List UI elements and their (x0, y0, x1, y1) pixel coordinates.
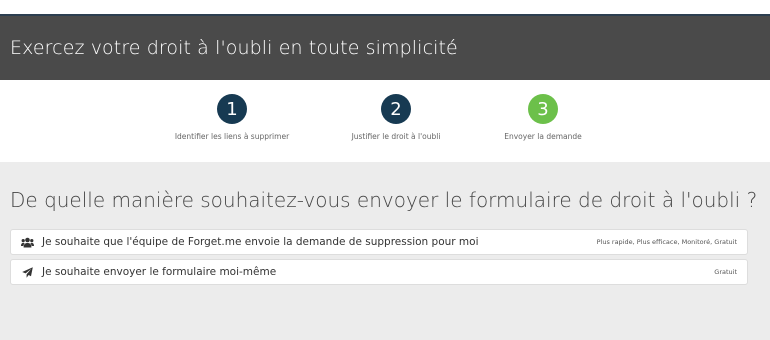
option-forgetme-sends[interactable]: Je souhaite que l'équipe de Forget.me en… (10, 229, 748, 255)
option-label: Je souhaite que l'équipe de Forget.me en… (42, 236, 479, 248)
step-3: 3 Envoyer la demande (463, 94, 623, 141)
option-label: Je souhaite envoyer le formulaire moi-mê… (42, 266, 277, 278)
paper-plane-icon (20, 266, 34, 278)
option-send-myself[interactable]: Je souhaite envoyer le formulaire moi-mê… (10, 259, 748, 285)
step-number-badge: 1 (217, 94, 247, 124)
step-1: 1 Identifier les liens à supprimer (152, 94, 312, 141)
users-icon (20, 237, 34, 248)
top-navbar (0, 0, 770, 16)
step-label: Justifier le droit à l'oubli (351, 132, 441, 141)
page-title: Exercez votre droit à l'oubli en toute s… (10, 37, 458, 59)
step-label: Identifier les liens à supprimer (174, 132, 290, 141)
option-tags: Plus rapide, Plus efficace, Monitoré, Gr… (596, 238, 737, 246)
page-header: Exercez votre droit à l'oubli en toute s… (0, 16, 770, 80)
send-options-list: Je souhaite que l'équipe de Forget.me en… (10, 229, 748, 285)
step-label: Envoyer la demande (504, 132, 582, 141)
step-number-badge: 2 (381, 94, 411, 124)
step-2: 2 Justifier le droit à l'oubli (316, 94, 476, 141)
progress-steps: 1 Identifier les liens à supprimer 2 Jus… (0, 80, 770, 162)
step-number-badge: 3 (528, 94, 558, 124)
section-question: De quelle manière souhaitez-vous envoyer… (10, 188, 758, 212)
option-tags: Gratuit (714, 268, 737, 276)
